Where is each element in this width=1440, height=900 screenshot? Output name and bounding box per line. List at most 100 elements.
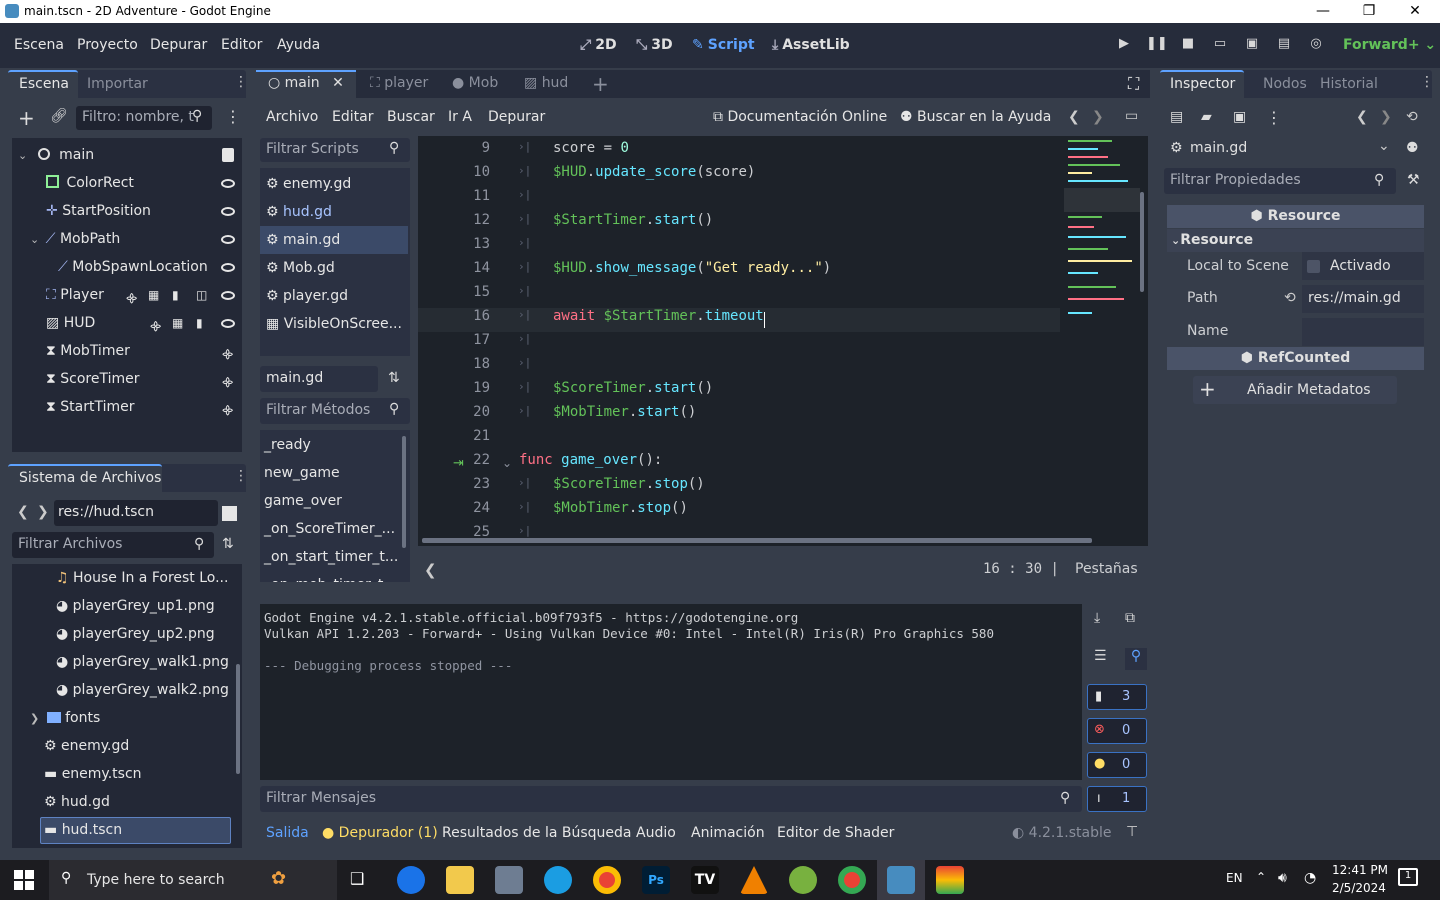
group-icon[interactable]: ◫	[196, 288, 207, 302]
script-menu-depurar[interactable]: Depurar	[488, 109, 545, 125]
script-item[interactable]: ⚙ main.gd	[266, 226, 340, 254]
scene-instance-icon[interactable]: ▦	[172, 316, 183, 330]
method-item[interactable]: new_game	[264, 459, 340, 487]
fullscreen-icon[interactable]: ⛶	[1128, 74, 1139, 94]
search-toggle-icon[interactable]: ⚲	[1125, 648, 1147, 670]
clock-time[interactable]: 12:41 PM	[1332, 863, 1388, 877]
inspector-back-icon[interactable]: ❮	[1356, 109, 1368, 125]
tab-mob[interactable]: ● Mob	[452, 75, 498, 91]
tab-nodos[interactable]: Nodos	[1263, 76, 1307, 92]
split-mode-icon[interactable]	[222, 506, 237, 521]
tree-node-colorrect[interactable]: ColorRect	[46, 169, 134, 197]
expand-panel-icon[interactable]: ⊤	[1126, 824, 1138, 840]
file-item-selected[interactable]: ▬ hud.tscn	[44, 816, 122, 844]
history-forward-icon[interactable]: ❯	[1092, 109, 1104, 125]
scene-instance-icon[interactable]: ▦	[148, 288, 159, 302]
file-item[interactable]: ◕ playerGrey_walk2.png	[56, 676, 229, 704]
edge-icon[interactable]	[544, 866, 572, 894]
menu-depurar[interactable]: Depurar	[150, 37, 207, 53]
scene-options-icon[interactable]: ⋮	[225, 107, 241, 126]
method-scrollbar[interactable]	[402, 436, 406, 548]
file-item[interactable]: ▬ enemy.tscn	[44, 760, 142, 788]
link-icon[interactable]: 🔗︎	[50, 108, 68, 124]
tree-node-hud[interactable]: ▨ HUD	[46, 309, 95, 337]
tab-historial[interactable]: Historial	[1320, 76, 1378, 92]
tab-salida[interactable]: Salida	[266, 825, 309, 841]
menu-ayuda[interactable]: Ayuda	[277, 37, 320, 53]
visibility-eye-icon[interactable]	[221, 235, 235, 244]
history-icon[interactable]: ⟲	[1406, 109, 1418, 125]
script-item[interactable]: ⚙ hud.gd	[266, 198, 332, 226]
local-to-scene-field[interactable]: Activado	[1302, 252, 1424, 280]
minimap[interactable]	[1064, 136, 1140, 332]
tab-animacion[interactable]: Animación	[691, 825, 765, 841]
calculator-icon[interactable]	[495, 866, 523, 894]
utorrent-icon[interactable]	[789, 866, 817, 894]
dock-menu-icon[interactable]: ⋮	[1420, 74, 1434, 90]
file-item[interactable]: ⚙ enemy.gd	[44, 732, 129, 760]
script-menu-editar[interactable]: Editar	[332, 109, 373, 125]
windows-start-icon[interactable]	[14, 870, 34, 890]
script-menu-buscar[interactable]: Buscar	[387, 109, 435, 125]
add-node-icon[interactable]: +	[18, 106, 35, 130]
tree-node-scoretimer[interactable]: ⧗ ScoreTimer	[46, 365, 140, 393]
movie-maker-icon[interactable]: ◎	[1306, 36, 1326, 56]
workspace-3d[interactable]: ⤡ 3D	[636, 37, 673, 53]
close-icon[interactable]: ✕	[332, 75, 344, 91]
file-item[interactable]: ♫ House In a Forest Lo...	[56, 564, 228, 592]
workspace-script[interactable]: ✎ Script	[692, 37, 755, 53]
filter-messages-button[interactable]: ▮ 3	[1087, 684, 1147, 710]
history-back-icon[interactable]: ❮	[1068, 109, 1080, 125]
signal-icon[interactable]: ᯽	[221, 373, 234, 390]
file-item[interactable]: ⚙ hud.gd	[44, 788, 110, 816]
code-horizontal-scrollbar[interactable]	[422, 538, 1092, 543]
notification-icon[interactable]: 1	[1398, 868, 1418, 886]
method-item[interactable]: game_over	[264, 487, 342, 515]
scripts-filter-input[interactable]: Filtrar Scripts	[260, 138, 410, 162]
file-explorer-icon[interactable]	[446, 866, 474, 894]
file-item[interactable]: ◕ playerGrey_up1.png	[56, 592, 215, 620]
toggle-scripts-panel-icon[interactable]: ❮	[424, 561, 437, 579]
inspector-options-icon[interactable]: ⋮	[1266, 108, 1282, 127]
app-icon[interactable]: TV	[691, 866, 719, 894]
script-item[interactable]: ▦ VisibleOnScree...	[266, 310, 402, 338]
signal-icon[interactable]: ᯽	[221, 401, 234, 418]
godot-taskbar-icon[interactable]	[887, 866, 915, 894]
minimize-button[interactable]: —	[1300, 0, 1346, 23]
tab-resultados[interactable]: Resultados de la Búsqueda	[442, 825, 632, 841]
renderer-select[interactable]: Forward+ ⌄	[1343, 37, 1436, 53]
filter-errors-button[interactable]: ⊗ 0	[1087, 718, 1147, 744]
app-icon[interactable]	[397, 866, 425, 894]
tree-node-startposition[interactable]: ✛ StartPosition	[46, 197, 151, 225]
tab-escena[interactable]: Escena	[19, 76, 69, 92]
properties-filter-input[interactable]: Filtrar Propiedades	[1164, 168, 1396, 194]
checkbox[interactable]	[1307, 260, 1320, 273]
file-item[interactable]: ◕ playerGrey_up2.png	[56, 620, 215, 648]
workspace-assetlib[interactable]: ⤓ AssetLib	[772, 37, 850, 53]
tree-node-starttimer[interactable]: ⧗ StartTimer	[46, 393, 135, 421]
filesystem-scrollbar[interactable]	[236, 664, 240, 774]
add-metadata-button[interactable]: + Añadir Metadatos	[1193, 376, 1397, 404]
method-item[interactable]: _ready	[264, 431, 311, 459]
online-docs-button[interactable]: ⧉ Documentación Online	[713, 109, 887, 125]
script-icon[interactable]: ▮	[172, 288, 179, 302]
object-properties-icon[interactable]: ⚉	[1406, 140, 1419, 156]
code-vertical-scrollbar[interactable]	[1140, 192, 1144, 292]
play-scene-icon[interactable]: ▣	[1242, 36, 1262, 56]
play-icon[interactable]: ▶	[1114, 36, 1134, 56]
messages-filter-input[interactable]: Filtrar Mensajes	[260, 786, 1082, 812]
signal-icon[interactable]: ᯽	[125, 289, 138, 306]
method-item[interactable]: _on_ScoreTimer_...	[264, 515, 395, 543]
visibility-eye-icon[interactable]	[221, 207, 235, 216]
tab-importar[interactable]: Importar	[87, 76, 148, 92]
script-item[interactable]: ⚙ enemy.gd	[266, 170, 351, 198]
tab-hud[interactable]: ▨ hud	[524, 75, 568, 91]
chrome-icon[interactable]	[838, 866, 866, 894]
script-item[interactable]: ⚙ Mob.gd	[266, 254, 335, 282]
tools-icon[interactable]: ⚒	[1407, 172, 1420, 188]
chevron-up-icon[interactable]: ⌃	[1256, 870, 1266, 884]
tree-node-mobtimer[interactable]: ⧗ MobTimer	[46, 337, 130, 365]
menu-proyecto[interactable]: Proyecto	[77, 37, 138, 53]
visibility-eye-icon[interactable]	[221, 291, 235, 300]
script-menu-ira[interactable]: Ir A	[448, 109, 472, 125]
